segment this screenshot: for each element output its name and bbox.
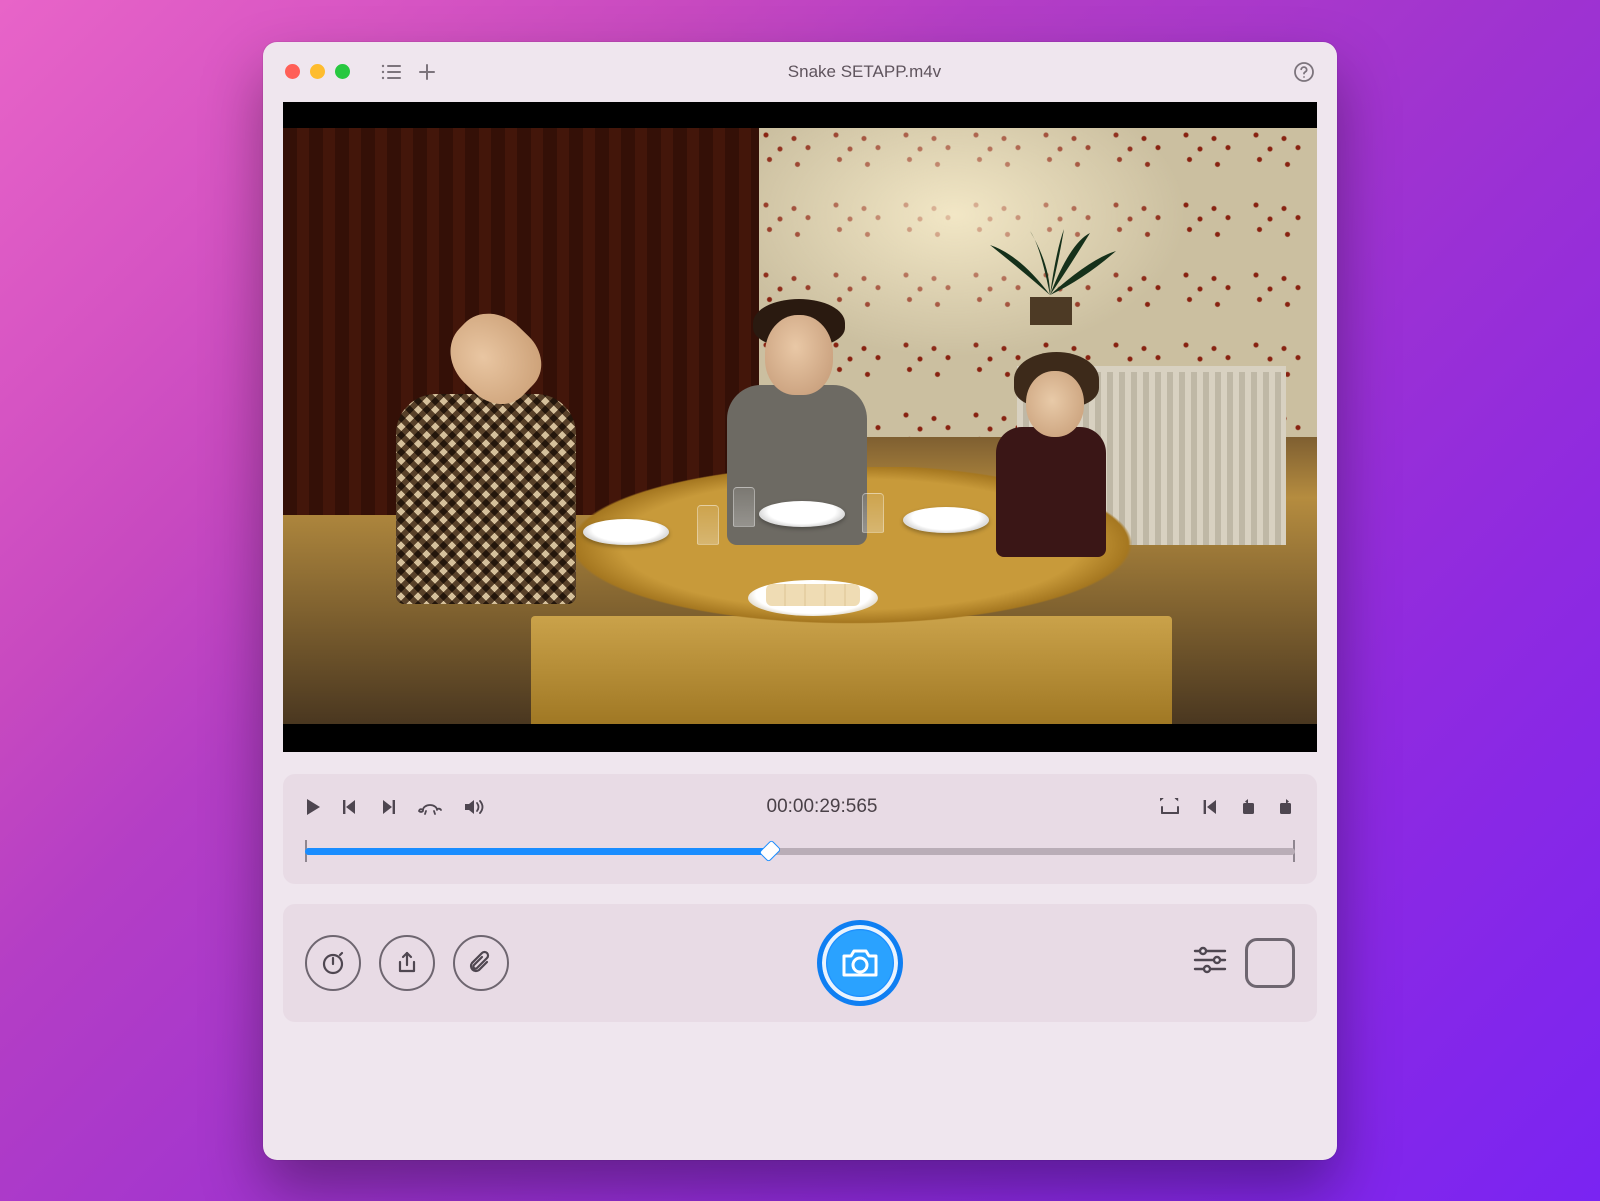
adjust-button[interactable] [1193,946,1227,979]
traffic-lights [285,64,350,79]
mode-toggle-button[interactable] [1245,938,1295,988]
share-button[interactable] [379,935,435,991]
minimize-window-button[interactable] [310,64,325,79]
close-window-button[interactable] [285,64,300,79]
video-area [263,102,1337,752]
volume-button[interactable] [463,798,485,816]
zoom-window-button[interactable] [335,64,350,79]
attach-button[interactable] [453,935,509,991]
playlist-icon[interactable] [380,63,402,81]
app-window: Snake SETAPP.m4v [263,42,1337,1160]
timeline[interactable] [305,840,1295,864]
slow-speed-button[interactable] [417,798,443,816]
rotate-right-button[interactable] [1277,798,1295,816]
loop-range-button[interactable] [1159,798,1181,816]
window-title: Snake SETAPP.m4v [436,62,1293,82]
timeline-progress [305,848,770,855]
playback-panel: 00:00:29:565 [283,774,1317,884]
timeline-thumb[interactable] [760,841,780,861]
capture-button[interactable] [817,920,903,1006]
timer-button[interactable] [305,935,361,991]
step-forward-button[interactable] [379,798,397,816]
timecode-display: 00:00:29:565 [485,796,1159,818]
add-icon[interactable] [418,63,436,81]
titlebar: Snake SETAPP.m4v [263,42,1337,102]
help-icon[interactable] [1293,61,1315,83]
bottom-toolbar [283,904,1317,1022]
step-back-button[interactable] [341,798,359,816]
rotate-left-button[interactable] [1239,798,1257,816]
video-frame[interactable] [283,102,1317,752]
play-button[interactable] [305,798,321,816]
mark-in-button[interactable] [1201,798,1219,816]
